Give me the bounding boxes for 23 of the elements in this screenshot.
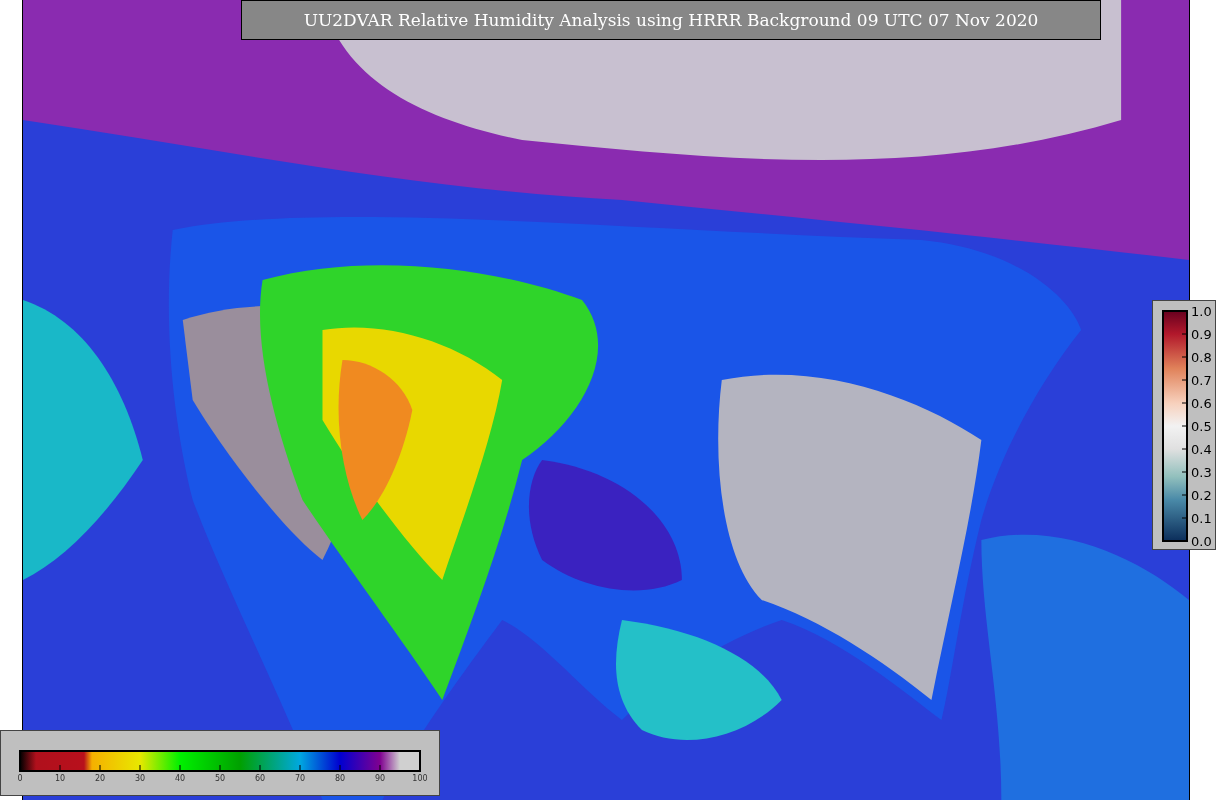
tick-label: 90 bbox=[373, 774, 387, 783]
tick-label: 0.7 bbox=[1191, 372, 1212, 390]
tick-label: 100 bbox=[411, 774, 429, 783]
map-title: UU2DVAR Relative Humidity Analysis using HRRR Background 09 UTC 07 Nov 2020 bbox=[241, 0, 1101, 40]
tick-label: 0.2 bbox=[1191, 487, 1212, 505]
tick-label: 60 bbox=[253, 774, 267, 783]
tick-label: 80 bbox=[333, 774, 347, 783]
tick-label: 0.8 bbox=[1191, 349, 1212, 367]
tick-label: 0.6 bbox=[1191, 395, 1212, 413]
tick-label: 40 bbox=[173, 774, 187, 783]
tick-label: 0.5 bbox=[1191, 418, 1212, 436]
tick-label: 0.1 bbox=[1191, 510, 1212, 528]
tick-label: 0 bbox=[16, 774, 24, 783]
tick-label: 0.3 bbox=[1191, 464, 1212, 482]
tick-label: 0.9 bbox=[1191, 326, 1212, 344]
tick-label: 0.0 bbox=[1191, 533, 1212, 551]
tick-label: 50 bbox=[213, 774, 227, 783]
tick-label: 70 bbox=[293, 774, 307, 783]
tick-label: 10 bbox=[53, 774, 67, 783]
tick-label: 30 bbox=[133, 774, 147, 783]
tick-label: 1.0 bbox=[1191, 303, 1212, 321]
tick-label: 0.4 bbox=[1191, 441, 1212, 459]
tick-label: 20 bbox=[93, 774, 107, 783]
